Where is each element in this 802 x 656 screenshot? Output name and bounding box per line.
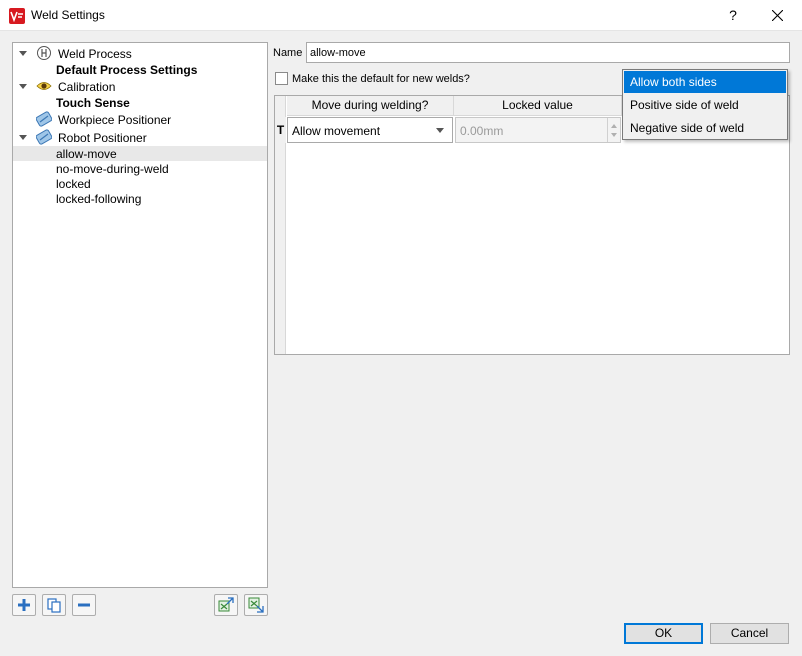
tree-item-label: locked-following: [56, 192, 142, 206]
positioner-icon: [35, 111, 53, 127]
side-dropdown-popup[interactable]: Allow both sides Positive side of weld N…: [622, 69, 788, 140]
remove-icon: [78, 603, 90, 607]
dropdown-option-allow-both-sides[interactable]: Allow both sides: [624, 71, 786, 93]
tree-item-allow-move[interactable]: allow-move: [13, 146, 267, 161]
settings-tree[interactable]: Weld Process Default Process Settings Ca…: [12, 42, 268, 588]
tree-item-workpiece-positioner[interactable]: Workpiece Positioner: [13, 111, 267, 127]
combo-value: Allow movement: [292, 124, 381, 138]
close-button[interactable]: [762, 3, 792, 27]
help-button[interactable]: ?: [720, 3, 746, 27]
tree-item-label: Robot Positioner: [58, 131, 147, 145]
expand-arrow-icon[interactable]: [19, 135, 27, 140]
tree-item-label: no-move-during-weld: [56, 162, 169, 176]
cancel-button[interactable]: Cancel: [710, 623, 789, 644]
tree-item-label: Touch Sense: [56, 96, 130, 110]
copy-icon: [47, 598, 61, 613]
default-checkbox[interactable]: [275, 72, 288, 85]
app-logo-icon: [9, 8, 25, 24]
import-icon: [218, 597, 234, 612]
import-button[interactable]: [214, 594, 238, 616]
row-header[interactable]: T: [275, 117, 286, 143]
tree-item-no-move-during-weld[interactable]: no-move-during-weld: [13, 161, 267, 176]
spin-down-icon: [611, 133, 617, 137]
chevron-down-icon: [436, 128, 444, 133]
dropdown-option-positive-side[interactable]: Positive side of weld: [624, 94, 786, 116]
export-icon: [248, 597, 264, 613]
tree-item-label: Weld Process: [58, 47, 132, 61]
name-input[interactable]: [306, 42, 790, 63]
remove-button[interactable]: [72, 594, 96, 616]
tree-item-locked-following[interactable]: locked-following: [13, 191, 267, 206]
tree-item-label: locked: [56, 177, 91, 191]
tree-item-touch-sense[interactable]: Touch Sense: [13, 95, 267, 110]
positioner-icon: [35, 129, 53, 145]
tree-item-locked[interactable]: locked: [13, 176, 267, 191]
expand-arrow-icon[interactable]: [19, 84, 27, 89]
eye-icon: [36, 78, 52, 94]
name-label: Name: [273, 47, 303, 59]
dropdown-option-negative-side[interactable]: Negative side of weld: [624, 117, 786, 139]
add-icon: [18, 599, 30, 611]
tree-item-label: Workpiece Positioner: [58, 113, 172, 127]
move-during-welding-combo[interactable]: Allow movement: [287, 117, 453, 143]
tree-item-label: allow-move: [56, 147, 117, 161]
add-button[interactable]: [12, 594, 36, 616]
close-icon: [772, 10, 783, 21]
duplicate-button[interactable]: [42, 594, 66, 616]
spinbox-value: 0.00mm: [460, 124, 504, 138]
tree-item-default-process-settings[interactable]: Default Process Settings: [13, 62, 267, 77]
weld-process-icon: [36, 45, 52, 61]
export-button[interactable]: [244, 594, 268, 616]
tree-item-label: Calibration: [58, 80, 116, 94]
locked-value-spinbox: 0.00mm: [455, 117, 621, 143]
window-title: Weld Settings: [31, 8, 105, 22]
ok-button[interactable]: OK: [624, 623, 703, 644]
column-header-move[interactable]: Move during welding?: [287, 96, 454, 116]
spin-up-icon: [611, 124, 617, 128]
default-checkbox-label[interactable]: Make this the default for new welds?: [292, 73, 470, 85]
tree-item-weld-process[interactable]: Weld Process: [13, 46, 267, 61]
tree-item-robot-positioner[interactable]: Robot Positioner: [13, 129, 267, 145]
tree-item-label: Default Process Settings: [56, 63, 198, 77]
expand-arrow-icon[interactable]: [19, 51, 27, 56]
column-header-locked-value[interactable]: Locked value: [454, 96, 622, 116]
spinbox-buttons: [607, 118, 620, 142]
title-bar: Weld Settings ?: [0, 0, 802, 31]
tree-item-calibration[interactable]: Calibration: [13, 79, 267, 94]
